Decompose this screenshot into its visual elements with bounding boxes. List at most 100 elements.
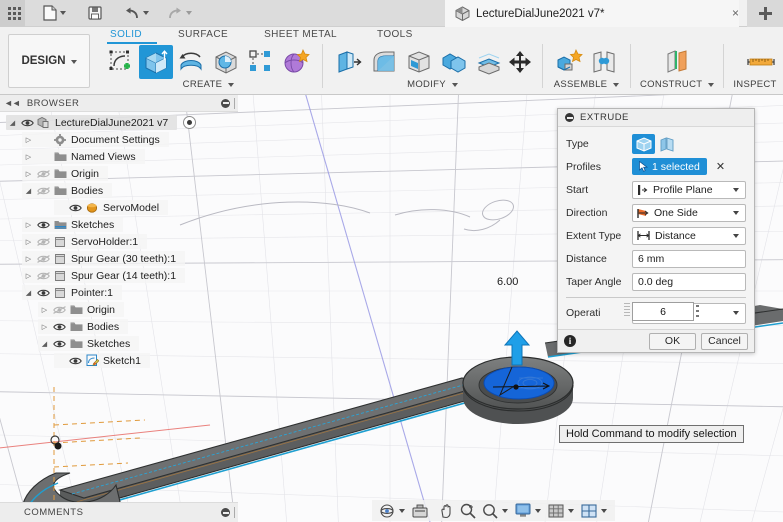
browser-collapse-dot[interactable] — [221, 98, 230, 108]
viewports-caret-icon[interactable] — [601, 508, 607, 513]
browser-node-document-settings[interactable]: ▷ Document Settings — [0, 131, 230, 148]
type-surface-button[interactable] — [655, 134, 678, 154]
browser-node-named-views[interactable]: ▷ Named Views — [0, 148, 230, 165]
assemble-panel-label[interactable]: ASSEMBLE — [554, 79, 620, 90]
direction-caret-icon[interactable] — [733, 210, 739, 215]
visibility-toggle[interactable] — [35, 288, 52, 298]
visibility-toggle[interactable] — [35, 169, 52, 179]
twisty-closed-icon[interactable]: ▷ — [22, 153, 35, 161]
start-caret-icon[interactable] — [733, 187, 739, 192]
browser-node-hit[interactable]: ServoModel — [54, 200, 169, 215]
type-solid-button[interactable] — [632, 133, 655, 154]
workspace-selector[interactable]: DESIGN — [8, 34, 90, 88]
browser-node-hit[interactable]: ▷ Origin — [38, 302, 125, 317]
create-form-button[interactable] — [279, 45, 313, 79]
document-tab[interactable]: LectureDialJune2021 v7* — [445, 0, 739, 27]
browser-node-hit[interactable]: ▷ Sketches — [22, 217, 124, 232]
measure-button[interactable] — [744, 45, 778, 79]
zoom-window-caret-icon[interactable] — [502, 508, 508, 513]
grid-snaps-button[interactable] — [545, 501, 567, 520]
browser-node-hit[interactable]: ▷ Named Views — [22, 149, 145, 164]
comments-resize-handle[interactable] — [234, 507, 235, 518]
browser-node-hit[interactable]: ◢ Bodies — [22, 183, 113, 198]
joint-button[interactable] — [587, 45, 621, 79]
profiles-selection-chip[interactable]: 1 selected — [632, 158, 707, 175]
press-pull-button[interactable] — [332, 45, 366, 79]
visibility-toggle[interactable] — [67, 203, 84, 213]
browser-node-hit[interactable]: ◢ Pointer:1 — [22, 285, 123, 300]
redo-button[interactable] — [163, 0, 196, 27]
browser-node-hit[interactable]: ▷ ServoHolder:1 — [22, 234, 148, 249]
info-icon[interactable]: i — [564, 335, 576, 347]
browser-node-sketches[interactable]: ◢ Sketches — [0, 335, 230, 352]
visibility-toggle[interactable] — [35, 186, 52, 196]
visibility-toggle[interactable] — [35, 237, 52, 247]
operation-grip-handle[interactable] — [624, 303, 630, 318]
extent-type-caret-icon[interactable] — [733, 233, 739, 238]
distance-input[interactable]: 6 mm — [632, 249, 746, 268]
ok-button[interactable]: OK — [649, 332, 696, 350]
cancel-button[interactable]: Cancel — [701, 332, 748, 350]
operation-caret-icon[interactable] — [733, 310, 739, 315]
extent-type-dropdown[interactable]: Distance — [632, 226, 746, 245]
zoom-button[interactable] — [457, 501, 479, 520]
tab-sheet-metal[interactable]: SHEET METAL — [238, 29, 347, 43]
browser-node-spur-gear-30-teeth-1[interactable]: ▷ Spur Gear (30 teeth):1 — [0, 250, 230, 267]
undo-button[interactable] — [120, 0, 153, 27]
new-component-button[interactable] — [552, 45, 586, 79]
redo-caret[interactable] — [186, 11, 192, 15]
combine-button[interactable] — [437, 45, 471, 79]
browser-node-hit[interactable]: ◢ LectureDialJune2021 v7 — [6, 115, 178, 130]
revolve-button[interactable] — [174, 45, 208, 79]
browser-node-hit[interactable]: Sketch1 — [54, 353, 150, 368]
visibility-toggle[interactable] — [51, 322, 68, 332]
undo-caret[interactable] — [143, 11, 149, 15]
browser-node-hit[interactable]: ▷ Bodies — [38, 319, 129, 334]
extrude-dialog[interactable]: EXTRUDE Type Profiles 1 selected ✕ Start… — [557, 108, 755, 353]
create-panel-caret[interactable] — [228, 82, 235, 87]
move-copy-button[interactable] — [507, 45, 533, 79]
display-settings-button[interactable] — [512, 501, 534, 520]
comments-panel[interactable]: COMMENTS — [0, 502, 238, 522]
visibility-toggle[interactable] — [67, 356, 84, 366]
look-at-button[interactable] — [409, 501, 431, 520]
browser-node-servoholder-1[interactable]: ▷ ServoHolder:1 — [0, 233, 230, 250]
shell-button[interactable] — [402, 45, 436, 79]
assemble-panel-caret[interactable] — [613, 82, 620, 87]
twisty-open-icon[interactable]: ◢ — [22, 289, 35, 297]
twisty-closed-icon[interactable]: ▷ — [22, 238, 35, 246]
browser-node-bodies[interactable]: ◢ Bodies — [0, 182, 230, 199]
visibility-toggle[interactable] — [35, 271, 52, 281]
twisty-closed-icon[interactable]: ▷ — [22, 221, 35, 229]
browser-node-sketch1[interactable]: Sketch1 — [0, 352, 230, 369]
orbit-button[interactable] — [376, 501, 398, 520]
browser-node-hit[interactable]: ▷ Document Settings — [22, 132, 169, 147]
twisty-open-icon[interactable]: ◢ — [38, 340, 51, 348]
browser-node-hit[interactable]: ▷ Spur Gear (30 teeth):1 — [22, 251, 186, 266]
direction-dropdown[interactable]: One Side — [632, 203, 746, 222]
visibility-toggle[interactable] — [19, 118, 36, 128]
operation-options-dots[interactable] — [696, 305, 699, 317]
operation-edit-field[interactable]: 6 — [632, 302, 694, 321]
twisty-closed-icon[interactable]: ▷ — [22, 170, 35, 178]
workspace-caret[interactable] — [70, 60, 77, 64]
viewports-button[interactable] — [578, 501, 600, 520]
fillet-button[interactable] — [367, 45, 401, 79]
twisty-closed-icon[interactable]: ▷ — [38, 323, 51, 331]
clear-profiles-button[interactable]: ✕ — [716, 160, 725, 173]
pan-button[interactable] — [435, 501, 457, 520]
browser-node-origin[interactable]: ▷ Origin — [0, 301, 230, 318]
save-button[interactable] — [84, 0, 106, 27]
modify-panel-label[interactable]: MODIFY — [407, 79, 458, 90]
twisty-open-icon[interactable]: ◢ — [22, 187, 35, 195]
browser-node-bodies[interactable]: ▷ Bodies — [0, 318, 230, 335]
start-dropdown[interactable]: Profile Plane — [632, 180, 746, 199]
visibility-toggle[interactable] — [35, 254, 52, 264]
orbit-caret-icon[interactable] — [399, 508, 405, 513]
browser-node-spur-gear-14-teeth-1[interactable]: ▷ Spur Gear (14 teeth):1 — [0, 267, 230, 284]
offset-plane-button[interactable] — [662, 45, 692, 79]
sweep-button[interactable] — [209, 45, 243, 79]
dial-disk-body[interactable] — [462, 356, 574, 424]
browser-node-hit[interactable]: ◢ Sketches — [38, 336, 140, 351]
create-sketch-button[interactable] — [104, 45, 138, 79]
